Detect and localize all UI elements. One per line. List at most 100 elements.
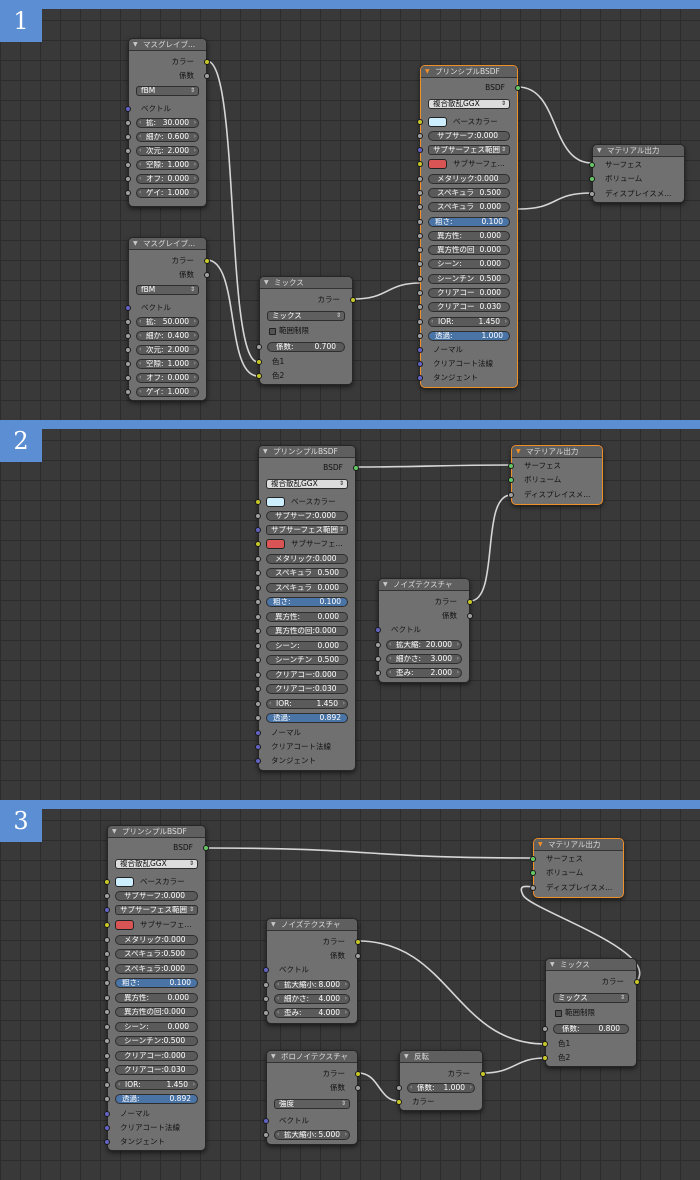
- input-socket[interactable]: [417, 361, 423, 367]
- input-socket[interactable]: [255, 599, 261, 605]
- number-field[interactable]: メタリック:0.000: [428, 174, 510, 184]
- number-field[interactable]: ‹ 歪み: 2.000 ›: [386, 668, 462, 678]
- output-socket[interactable]: [467, 599, 473, 605]
- number-field[interactable]: ‹ 拡大縮小: 5.000 ›: [274, 1130, 350, 1140]
- input-socket[interactable]: [375, 627, 381, 633]
- number-field[interactable]: スペキュラ:0.500: [115, 949, 198, 959]
- number-field[interactable]: 異方性の回 0.000: [428, 245, 510, 255]
- output-socket[interactable]: [204, 272, 210, 278]
- input-socket[interactable]: [589, 176, 595, 182]
- input-socket[interactable]: [125, 375, 131, 381]
- input-socket[interactable]: [255, 541, 261, 547]
- factor-field[interactable]: 係数: 0.800: [553, 1024, 629, 1034]
- color-swatch[interactable]: [428, 117, 447, 127]
- output-socket[interactable]: [515, 85, 521, 91]
- output-socket[interactable]: [204, 258, 210, 264]
- input-socket[interactable]: [417, 290, 423, 296]
- number-field[interactable]: 透過: 1.000: [428, 331, 510, 341]
- number-field[interactable]: 透過: 0.892: [115, 1094, 198, 1104]
- number-field[interactable]: ‹ 空隙: 1.000 ›: [136, 160, 199, 170]
- input-socket[interactable]: [104, 893, 110, 899]
- number-field[interactable]: クリアコー 0.030: [428, 302, 510, 312]
- input-socket[interactable]: [125, 361, 131, 367]
- collapse-icon[interactable]: ▼: [538, 839, 543, 850]
- output-socket[interactable]: [203, 845, 209, 851]
- input-socket[interactable]: [104, 1096, 110, 1102]
- input-socket[interactable]: [104, 1009, 110, 1015]
- input-socket[interactable]: [542, 1026, 548, 1032]
- collapse-icon[interactable]: ▼: [133, 238, 138, 249]
- input-socket[interactable]: [125, 134, 131, 140]
- input-socket[interactable]: [542, 1041, 548, 1047]
- number-field[interactable]: ‹ 細か: 0.400 ›: [136, 331, 199, 341]
- input-socket[interactable]: [417, 276, 423, 282]
- output-socket[interactable]: [204, 59, 210, 65]
- node-header[interactable]: ▼ マスグレイブ...: [129, 39, 206, 51]
- input-socket[interactable]: [104, 1111, 110, 1117]
- collapse-icon[interactable]: ▼: [264, 277, 269, 288]
- number-field[interactable]: 異方性: 0.000: [266, 612, 348, 622]
- blend-mode-dropdown[interactable]: ミックス ⇕: [267, 311, 345, 321]
- voronoi-texture-node[interactable]: ▼ ボロノイテクスチャ カラー 係数 強度 ⇕ ベクトル ‹ 拡大縮小: 5.000 ›: [263, 1050, 361, 1145]
- input-socket[interactable]: [255, 686, 261, 692]
- input-socket[interactable]: [417, 261, 423, 267]
- number-field[interactable]: ‹ 拡: 50.000 ›: [136, 317, 199, 327]
- number-field[interactable]: シーンチン:0.500: [115, 1036, 198, 1046]
- input-socket[interactable]: [256, 344, 262, 350]
- collapse-icon[interactable]: ▼: [550, 959, 555, 970]
- input-socket[interactable]: [125, 106, 131, 112]
- number-field[interactable]: クリアコー 0.000: [428, 288, 510, 298]
- collapse-icon[interactable]: ▼: [271, 919, 276, 930]
- color-swatch[interactable]: [266, 497, 285, 507]
- input-socket[interactable]: [589, 162, 595, 168]
- subsurface-method-dropdown[interactable]: サブサーフェス範囲 ⇕: [266, 525, 348, 535]
- input-socket[interactable]: [104, 980, 110, 986]
- number-field[interactable]: 粗さ: 0.100: [266, 597, 348, 607]
- number-field[interactable]: 粗さ: 0.100: [115, 978, 198, 988]
- input-socket[interactable]: [255, 758, 261, 764]
- number-field[interactable]: ‹ 細かさ: 3.000 ›: [386, 654, 462, 664]
- input-socket[interactable]: [530, 856, 536, 862]
- output-socket[interactable]: [355, 939, 361, 945]
- input-socket[interactable]: [255, 585, 261, 591]
- input-socket[interactable]: [104, 1139, 110, 1145]
- output-socket[interactable]: [634, 979, 640, 985]
- number-field[interactable]: サブサーフ:0.000: [428, 131, 510, 141]
- principled-bsdf-node[interactable]: ▼ プリンシプルBSDF BSDF 複合散乱GGX ⇕ ベースカラー サブサーフ:0…: [417, 65, 521, 388]
- number-field[interactable]: ‹ IOR: 1.450 ›: [266, 699, 348, 709]
- input-socket[interactable]: [375, 656, 381, 662]
- input-socket[interactable]: [263, 1118, 269, 1124]
- input-socket[interactable]: [542, 1055, 548, 1061]
- input-socket[interactable]: [255, 672, 261, 678]
- node-header[interactable]: ▼ ボロノイテクスチャ: [267, 1051, 357, 1063]
- input-socket[interactable]: [589, 191, 595, 197]
- collapse-icon[interactable]: ▼: [133, 39, 138, 50]
- blend-mode-dropdown[interactable]: ミックス ⇕: [553, 993, 629, 1003]
- input-socket[interactable]: [255, 499, 261, 505]
- type-dropdown[interactable]: fBM ⇕: [136, 86, 199, 96]
- input-socket[interactable]: [417, 147, 423, 153]
- number-field[interactable]: メタリック:0.000: [266, 554, 348, 564]
- output-socket[interactable]: [204, 73, 210, 79]
- number-field[interactable]: 異方性の回:0.000: [115, 1007, 198, 1017]
- node-header[interactable]: ▼ ミックス: [546, 959, 636, 971]
- number-field[interactable]: クリアコー:0.030: [266, 684, 348, 694]
- number-field[interactable]: スペキュラ:0.000: [115, 964, 198, 974]
- input-socket[interactable]: [417, 190, 423, 196]
- number-field[interactable]: ‹ 空隙: 1.000 ›: [136, 359, 199, 369]
- input-socket[interactable]: [104, 1125, 110, 1131]
- number-field[interactable]: ‹ ゲイ: 1.000 ›: [136, 387, 199, 397]
- node-header[interactable]: ▼ マテリアル出力: [534, 839, 623, 851]
- input-socket[interactable]: [263, 1132, 269, 1138]
- input-socket[interactable]: [125, 389, 131, 395]
- number-field[interactable]: シーンチン 0.500: [428, 274, 510, 284]
- output-socket[interactable]: [355, 1071, 361, 1077]
- factor-field[interactable]: ‹ 係数: 1.000 ›: [407, 1083, 475, 1093]
- input-socket[interactable]: [104, 1024, 110, 1030]
- clamp-checkbox[interactable]: [555, 1010, 562, 1017]
- number-field[interactable]: スペキュラ 0.500: [266, 568, 348, 578]
- input-socket[interactable]: [104, 995, 110, 1001]
- invert-node[interactable]: ▼ 反転 カラー ‹ 係数: 1.000 › カラー: [396, 1050, 486, 1111]
- number-field[interactable]: スペキュラ 0.000: [428, 202, 510, 212]
- number-field[interactable]: スペキュラ 0.000: [266, 583, 348, 593]
